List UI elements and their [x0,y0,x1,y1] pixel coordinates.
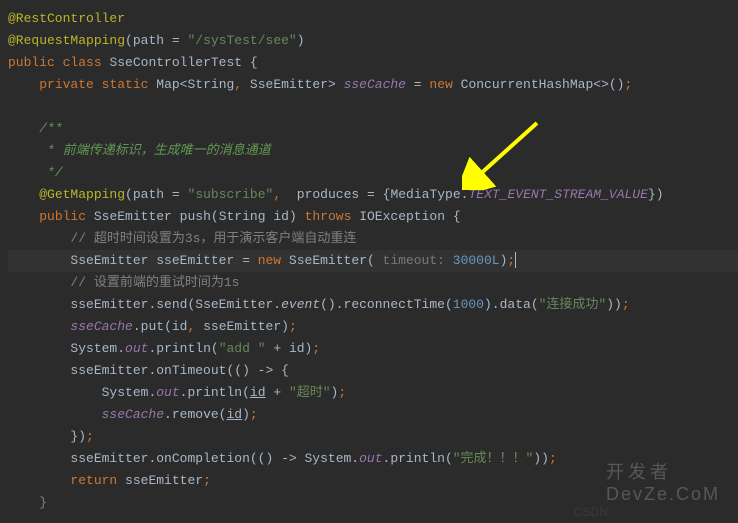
text-cursor [515,252,516,268]
code-line: System.out.println("add " + id); [8,338,738,360]
code-line: public SseEmitter push(String id) throws… [8,206,738,228]
code-line: * 前端传递标识，生成唯一的消息通道 [8,140,738,162]
code-line: sseEmitter.send(SseEmitter.event().recon… [8,294,738,316]
code-line: /** [8,118,738,140]
code-line: // 设置前端的重试时间为1s [8,272,738,294]
watermark-csdn: CSDN [574,505,608,519]
code-line: }); [8,426,738,448]
code-line-active: SseEmitter sseEmitter = new SseEmitter( … [8,250,738,272]
code-line: public class SseControllerTest { [8,52,738,74]
code-line: sseEmitter.onTimeout(() -> { [8,360,738,382]
code-editor[interactable]: @RestController @RequestMapping(path = "… [0,0,738,522]
code-line: System.out.println(id + "超时"); [8,382,738,404]
code-line: sseCache.remove(id); [8,404,738,426]
code-line: @GetMapping(path = "subscribe", produces… [8,184,738,206]
code-line: @RestController [8,8,738,30]
watermark-logo: 开发者 DevZe.CoM [606,458,720,505]
code-line [8,96,738,118]
code-line: private static Map<String, SseEmitter> s… [8,74,738,96]
code-line: */ [8,162,738,184]
code-line: @RequestMapping(path = "/sysTest/see") [8,30,738,52]
annotation-arrow [462,115,552,190]
code-line: // 超时时间设置为3s，用于演示客户端自动重连 [8,228,738,250]
code-line: sseCache.put(id, sseEmitter); [8,316,738,338]
